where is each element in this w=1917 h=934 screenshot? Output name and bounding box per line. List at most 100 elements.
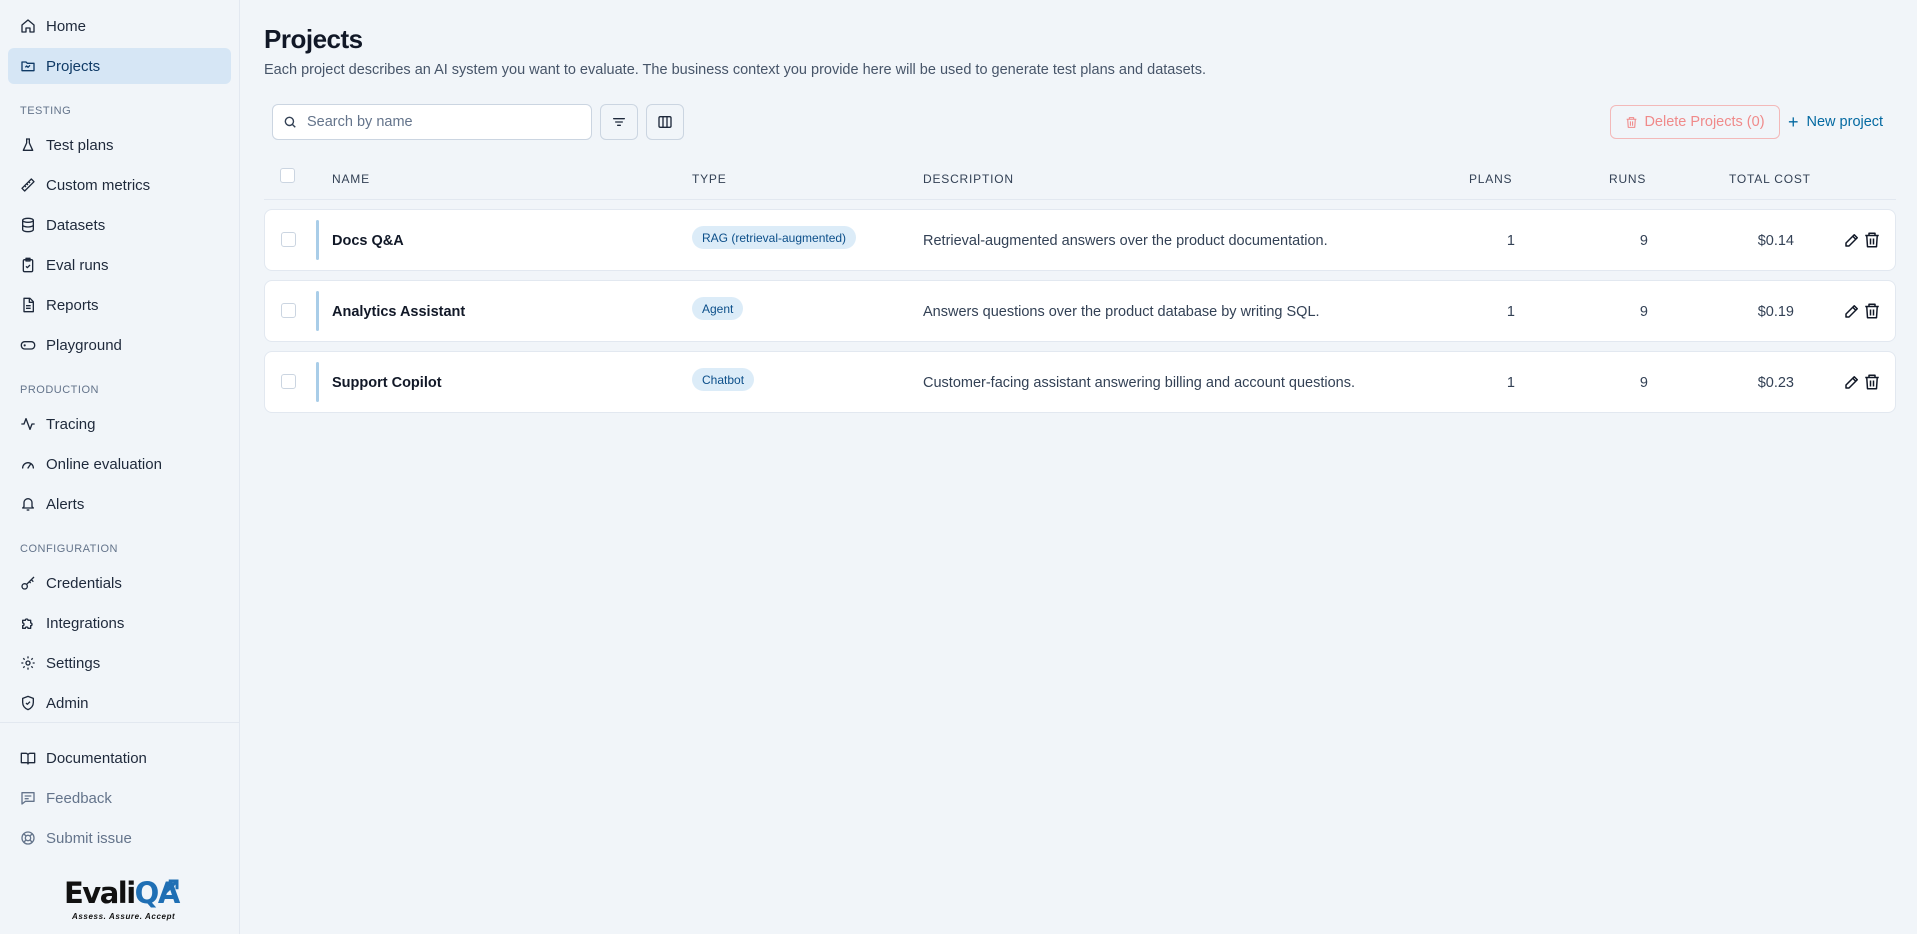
sidebar-item-label: Projects <box>46 57 101 75</box>
project-name[interactable]: Analytics Assistant <box>332 281 465 343</box>
sidebar-item-settings[interactable]: Settings <box>8 645 231 681</box>
table-row[interactable]: Analytics Assistant Agent Answers questi… <box>264 280 1896 342</box>
puzzle-icon <box>22 618 33 629</box>
search-icon <box>284 116 296 128</box>
sidebar-item-label: Credentials <box>46 574 122 592</box>
sidebar-item-label: Integrations <box>46 614 125 632</box>
type-badge: Agent <box>692 297 744 320</box>
edit-icon[interactable] <box>1843 373 1861 391</box>
evaliqa-logo[interactable]: EvaliQA Assess. Assure. Accept <box>62 876 187 924</box>
sidebar-item-playground[interactable]: Playground <box>8 327 231 363</box>
sidebar-item-label: Admin <box>46 694 89 712</box>
sidebar-item-label: Feedback <box>46 789 112 807</box>
sidebar-item-label: Custom metrics <box>46 176 151 194</box>
sidebar-item-alerts[interactable]: Alerts <box>8 486 231 522</box>
activity-icon <box>21 418 35 430</box>
page-subtitle: Each project describes an AI system you … <box>264 62 1206 78</box>
sidebar-item-label: Alerts <box>46 495 85 513</box>
project-description: Retrieval-augmented answers over the pro… <box>923 233 1328 249</box>
sidebar-item-label: Documentation <box>46 749 147 767</box>
table-row[interactable]: Docs Q&A RAG (retrieval-augmented) Retri… <box>264 209 1896 271</box>
columns-button[interactable] <box>646 104 684 140</box>
delete-projects-button[interactable]: Delete Projects (0) <box>1610 105 1780 139</box>
column-header-name[interactable]: NAME <box>332 172 370 186</box>
delete-projects-label: Delete Projects (0) <box>1644 114 1765 130</box>
page-title: Projects <box>264 24 363 54</box>
sidebar-divider <box>0 722 240 723</box>
column-header-type[interactable]: TYPE <box>692 172 727 186</box>
row-accent-bar <box>316 362 319 402</box>
sidebar-item-online-evaluation[interactable]: Online evaluation <box>8 446 231 482</box>
sidebar: Home Projects TESTING Test plans Custom … <box>0 0 240 934</box>
lifebuoy-icon <box>21 831 35 845</box>
gamepad-icon <box>20 341 36 350</box>
sidebar-item-label: Datasets <box>46 216 106 234</box>
message-icon <box>21 792 35 805</box>
flask-icon <box>22 138 34 151</box>
trash-icon[interactable] <box>1863 302 1881 320</box>
main-content: Projects Each project describes an AI sy… <box>241 0 1917 934</box>
new-project-label: New project <box>1806 114 1884 130</box>
sidebar-item-projects[interactable]: Projects <box>8 48 231 84</box>
table-row[interactable]: Support Copilot Chatbot Customer-facing … <box>264 351 1896 413</box>
plans-count: 1 <box>1506 375 1515 391</box>
column-header-description[interactable]: DESCRIPTION <box>923 172 1014 186</box>
sidebar-item-tracing[interactable]: Tracing <box>8 406 231 442</box>
row-checkbox[interactable] <box>281 374 296 389</box>
book-icon <box>20 752 36 765</box>
sidebar-item-feedback[interactable]: Feedback <box>8 780 231 816</box>
sidebar-item-documentation[interactable]: Documentation <box>8 740 231 776</box>
columns-icon <box>658 116 672 128</box>
sidebar-item-label: Tracing <box>46 415 96 433</box>
edit-icon[interactable] <box>1843 231 1861 249</box>
sidebar-item-submit-issue[interactable]: Submit issue <box>8 820 231 856</box>
sidebar-item-custom-metrics[interactable]: Custom metrics <box>8 167 231 203</box>
total-cost: $0.23 <box>1757 375 1794 391</box>
arrow-up-right-icon <box>163 879 179 895</box>
plus-icon: + <box>1788 112 1799 132</box>
runs-count: 9 <box>1639 375 1648 391</box>
ruler-icon <box>21 178 35 192</box>
search-input[interactable] <box>307 114 577 130</box>
sidebar-item-label: Submit issue <box>46 829 132 847</box>
project-description: Answers questions over the product datab… <box>923 304 1320 320</box>
column-header-runs[interactable]: RUNS <box>1609 172 1646 186</box>
gauge-icon <box>22 462 34 469</box>
sidebar-item-label: Reports <box>46 296 99 314</box>
sidebar-item-reports[interactable]: Reports <box>8 287 231 323</box>
trash-icon[interactable] <box>1863 373 1881 391</box>
type-badge: RAG (retrieval-augmented) <box>692 226 857 249</box>
sidebar-item-label: Playground <box>46 336 122 354</box>
new-project-button[interactable]: + New project <box>1788 105 1883 139</box>
row-checkbox[interactable] <box>281 232 296 247</box>
gear-icon <box>21 656 35 670</box>
logo-tagline: Assess. Assure. Accept <box>72 912 176 921</box>
sidebar-item-integrations[interactable]: Integrations <box>8 605 231 641</box>
column-header-total-cost[interactable]: TOTAL COST <box>1729 172 1811 186</box>
trash-icon[interactable] <box>1863 231 1881 249</box>
sidebar-item-test-plans[interactable]: Test plans <box>8 127 231 163</box>
sidebar-item-admin[interactable]: Admin <box>8 685 231 721</box>
project-name[interactable]: Support Copilot <box>332 352 442 414</box>
project-name[interactable]: Docs Q&A <box>332 210 404 272</box>
clipboard-check-icon <box>22 257 34 273</box>
column-header-plans[interactable]: PLANS <box>1469 172 1512 186</box>
project-description: Customer-facing assistant answering bill… <box>923 375 1356 391</box>
section-testing-label: TESTING <box>20 105 72 117</box>
sidebar-item-credentials[interactable]: Credentials <box>8 565 231 601</box>
select-all-checkbox[interactable] <box>280 168 295 183</box>
sidebar-item-eval-runs[interactable]: Eval runs <box>8 247 231 283</box>
table-header: NAME TYPE DESCRIPTION PLANS RUNS TOTAL C… <box>264 160 1896 200</box>
filter-button[interactable] <box>600 104 638 140</box>
trash-icon <box>1627 116 1637 128</box>
sidebar-item-datasets[interactable]: Datasets <box>8 207 231 243</box>
edit-icon[interactable] <box>1843 302 1861 320</box>
plans-count: 1 <box>1506 233 1515 249</box>
bell-icon <box>22 498 34 511</box>
database-icon <box>22 217 34 233</box>
search-box[interactable] <box>272 104 592 140</box>
sidebar-item-home[interactable]: Home <box>8 8 231 44</box>
row-checkbox[interactable] <box>281 303 296 318</box>
sidebar-item-label: Home <box>46 17 87 35</box>
sidebar-item-label: Test plans <box>46 136 114 154</box>
